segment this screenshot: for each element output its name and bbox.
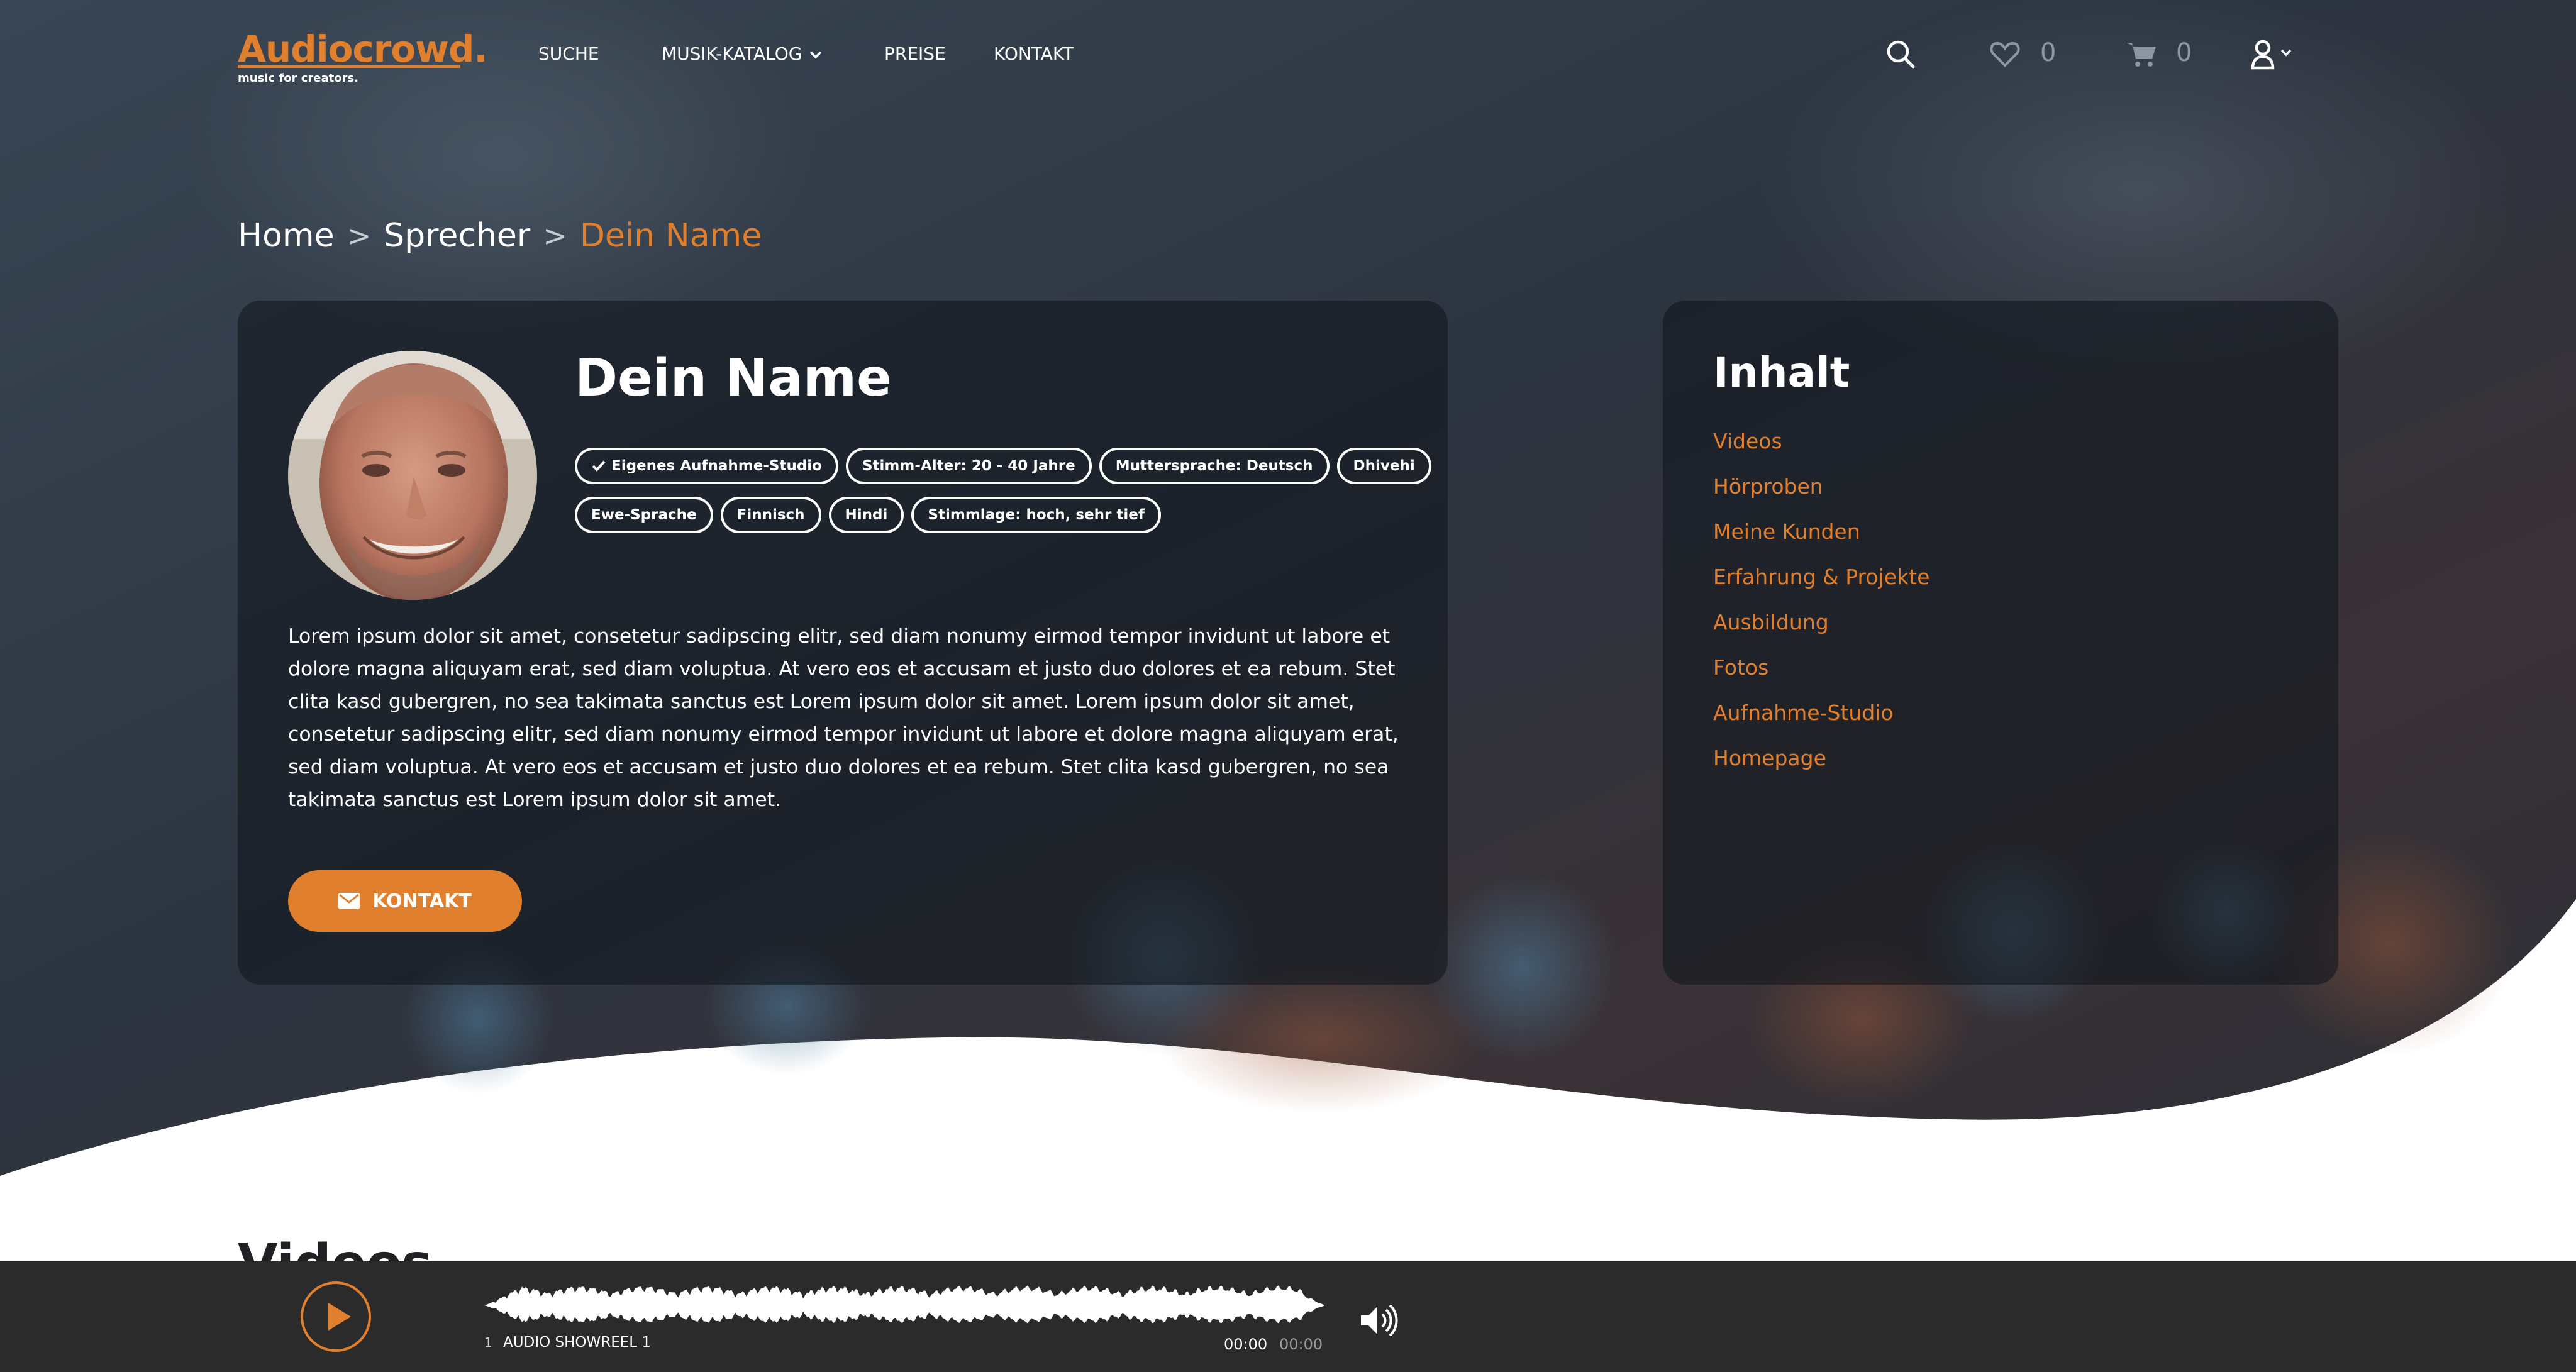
breadcrumb-current: Dein Name [579, 217, 762, 255]
profile-tags: Eigenes Aufnahme-Studio Stimm-Alter: 20 … [575, 448, 1431, 546]
profile-card: Dein Name Eigenes Aufnahme-Studio Stimm-… [238, 301, 1448, 985]
cart-icon[interactable] [2124, 36, 2160, 72]
contents-link-ausbildung[interactable]: Ausbildung [1713, 600, 1929, 645]
page: Audiocrowd. music for creators. SUCHE MU… [0, 0, 2576, 1372]
tag: Stimm-Alter: 20 - 40 Jahre [845, 448, 1092, 484]
volume-icon[interactable] [1358, 1303, 1399, 1338]
contents-link-hoerproben[interactable]: Hörproben [1713, 464, 1929, 509]
track-title: AUDIO SHOWREEL 1 [503, 1334, 652, 1351]
tag: Stimmlage: hoch, sehr tief [911, 497, 1161, 533]
contents-link-aufnahme-studio[interactable]: Aufnahme-Studio [1713, 690, 1929, 736]
wishlist-count: 0 [2040, 38, 2057, 67]
current-time: 00:00 [1224, 1336, 1268, 1353]
tag: Eigenes Aufnahme-Studio [575, 448, 838, 484]
contents-link-fotos[interactable]: Fotos [1713, 645, 1929, 690]
play-button[interactable] [301, 1281, 371, 1352]
profile-name: Dein Name [575, 348, 892, 408]
user-icon[interactable] [2248, 36, 2298, 72]
tag-row: Eigenes Aufnahme-Studio Stimm-Alter: 20 … [575, 448, 1431, 484]
breadcrumb-sprecher[interactable]: Sprecher [384, 217, 530, 255]
tag: Ewe-Sprache [575, 497, 713, 533]
contents-link-videos[interactable]: Videos [1713, 419, 1929, 464]
breadcrumb: Home > Sprecher > Dein Name [238, 214, 762, 258]
play-icon [328, 1303, 351, 1331]
contact-button[interactable]: KONTAKT [288, 870, 522, 932]
contents-card: Inhalt Videos Hörproben Meine Kunden Erf… [1663, 301, 2338, 985]
contents-link-erfahrung-projekte[interactable]: Erfahrung & Projekte [1713, 555, 1929, 600]
tag-row: Ewe-Sprache Finnisch Hindi Stimmlage: ho… [575, 497, 1367, 533]
logo-underline [238, 65, 460, 68]
cart-count: 0 [2176, 38, 2192, 67]
waveform[interactable] [484, 1280, 1324, 1331]
tag: Finnisch [720, 497, 821, 533]
duration: 00:00 [1279, 1336, 1323, 1353]
tag: Hindi [828, 497, 904, 533]
contents-link-homepage[interactable]: Homepage [1713, 736, 1929, 781]
tag: Muttersprache: Deutsch [1099, 448, 1330, 484]
breadcrumb-home[interactable]: Home [238, 217, 335, 255]
waveform-shape [484, 1285, 1324, 1324]
logo[interactable]: Audiocrowd. music for creators. [238, 24, 487, 93]
chevron-down-icon [810, 51, 822, 59]
contents-list: Videos Hörproben Meine Kunden Erfahrung … [1713, 419, 1929, 781]
contact-button-label: KONTAKT [372, 890, 472, 912]
heart-icon[interactable] [1987, 36, 2023, 72]
breadcrumb-separator: > [347, 219, 372, 253]
search-icon[interactable] [1883, 36, 1918, 72]
nav-link-preise[interactable]: PREISE [884, 41, 946, 67]
profile-bio: Lorem ipsum dolor sit amet, consetetur s… [288, 625, 1399, 811]
contents-title: Inhalt [1713, 348, 1850, 397]
avatar [288, 351, 537, 600]
contents-link-meine-kunden[interactable]: Meine Kunden [1713, 509, 1929, 555]
track-label: 1 AUDIO SHOWREEL 1 [484, 1334, 651, 1351]
nav-link-musik-katalog[interactable]: MUSIK-KATALOG [662, 41, 823, 67]
top-navigation: Audiocrowd. music for creators. SUCHE MU… [0, 0, 2576, 107]
audio-player: 1 AUDIO SHOWREEL 1 00:00 00:00 [0, 1261, 2576, 1372]
nav-link-musik-katalog-label: MUSIK-KATALOG [662, 43, 802, 64]
breadcrumb-separator: > [543, 219, 567, 253]
logo-tagline: music for creators. [238, 72, 359, 85]
check-icon [592, 460, 606, 472]
track-number: 1 [484, 1335, 492, 1350]
tag-label: Eigenes Aufnahme-Studio [611, 458, 822, 474]
envelope-icon [338, 893, 360, 909]
nav-link-kontakt[interactable]: KONTAKT [994, 41, 1074, 67]
nav-link-suche[interactable]: SUCHE [538, 41, 599, 67]
tag: Dhivehi [1336, 448, 1431, 484]
